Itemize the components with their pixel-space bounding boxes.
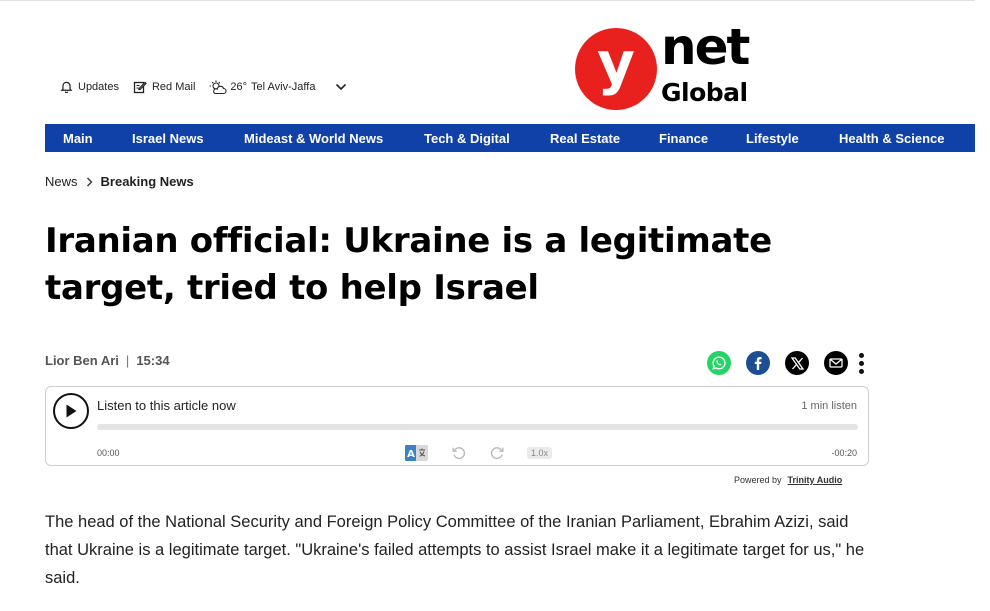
nav-item-finance[interactable]: Finance	[659, 131, 708, 146]
byline-separator: |	[125, 353, 130, 368]
player-title: Listen to this article now	[97, 398, 236, 413]
article-body: The head of the National Security and Fo…	[45, 513, 865, 587]
player-time-end: -00:20	[831, 448, 857, 458]
facebook-icon[interactable]	[746, 351, 770, 375]
updates-link[interactable]: Updates	[60, 81, 119, 94]
byline: Lior Ben Ari | 15:34	[45, 353, 170, 368]
translate-icon: A	[405, 445, 428, 461]
edit-icon	[133, 81, 147, 94]
nav-item-tech-digital[interactable]: Tech & Digital	[424, 131, 510, 146]
nav-item-mideast-world-news[interactable]: Mideast & World News	[244, 131, 383, 146]
utility-bar: Updates Red Mail 26° Tel Aviv-Jaffa	[60, 78, 347, 96]
trinity-audio-link[interactable]: Trinity Audio	[788, 475, 843, 485]
audio-player: Listen to this article now 1 min listen …	[45, 386, 869, 466]
player-controls: A 1.0x	[405, 444, 553, 462]
bell-icon	[60, 81, 73, 93]
whatsapp-icon[interactable]	[707, 351, 731, 375]
player-progress-bar[interactable]	[97, 424, 858, 430]
publish-time: 15:34	[136, 353, 170, 368]
chevron-right-icon	[86, 177, 93, 186]
x-icon[interactable]	[785, 351, 809, 375]
partly-cloudy-icon	[209, 80, 227, 94]
logo-y: y	[597, 29, 635, 97]
nav-item-main[interactable]: Main	[63, 131, 93, 146]
main-nav: Main Israel News Mideast & World News Te…	[45, 124, 975, 152]
weather-widget[interactable]: 26° Tel Aviv-Jaffa	[209, 80, 347, 95]
player-time-start: 00:00	[97, 448, 120, 458]
ynet-global-logo[interactable]: y net Global	[575, 18, 765, 110]
weather-temp: 26°	[230, 81, 248, 93]
speed-button[interactable]: 1.0x	[527, 447, 553, 459]
top-border	[0, 0, 975, 1]
more-icon[interactable]	[859, 352, 864, 374]
powered-by-label: Powered by	[734, 475, 782, 485]
redmail-link[interactable]: Red Mail	[133, 80, 195, 94]
breadcrumb-news[interactable]: News	[45, 174, 78, 189]
play-button[interactable]	[53, 393, 89, 429]
share-bar	[707, 351, 864, 375]
nav-item-lifestyle[interactable]: Lifestyle	[746, 131, 799, 146]
powered-by: Powered by Trinity Audio	[734, 475, 842, 485]
logo-net: net	[661, 18, 750, 76]
forward-button[interactable]	[489, 445, 505, 461]
author-name[interactable]: Lior Ben Ari	[45, 353, 119, 368]
forward-icon	[490, 447, 504, 460]
rewind-button[interactable]	[451, 445, 467, 461]
nav-item-israel-news[interactable]: Israel News	[132, 131, 204, 146]
breadcrumb: News Breaking News	[45, 174, 194, 189]
play-icon	[66, 404, 77, 418]
updates-label: Updates	[78, 81, 119, 93]
breadcrumb-breaking-news[interactable]: Breaking News	[101, 174, 194, 189]
article-headline: Iranian official: Ukraine is a legitimat…	[45, 221, 772, 308]
weather-city: Tel Aviv-Jaffa	[251, 81, 316, 93]
rewind-icon	[452, 447, 466, 460]
logo-global: Global	[661, 78, 748, 107]
nav-item-real-estate[interactable]: Real Estate	[550, 131, 620, 146]
redmail-label: Red Mail	[151, 81, 196, 93]
email-icon[interactable]	[824, 351, 848, 375]
translate-button[interactable]: A	[405, 444, 429, 462]
player-duration: 1 min listen	[801, 400, 857, 412]
chevron-down-icon[interactable]	[335, 83, 347, 91]
nav-item-health-science[interactable]: Health & Science	[839, 131, 945, 146]
svg-text:A: A	[407, 449, 415, 460]
